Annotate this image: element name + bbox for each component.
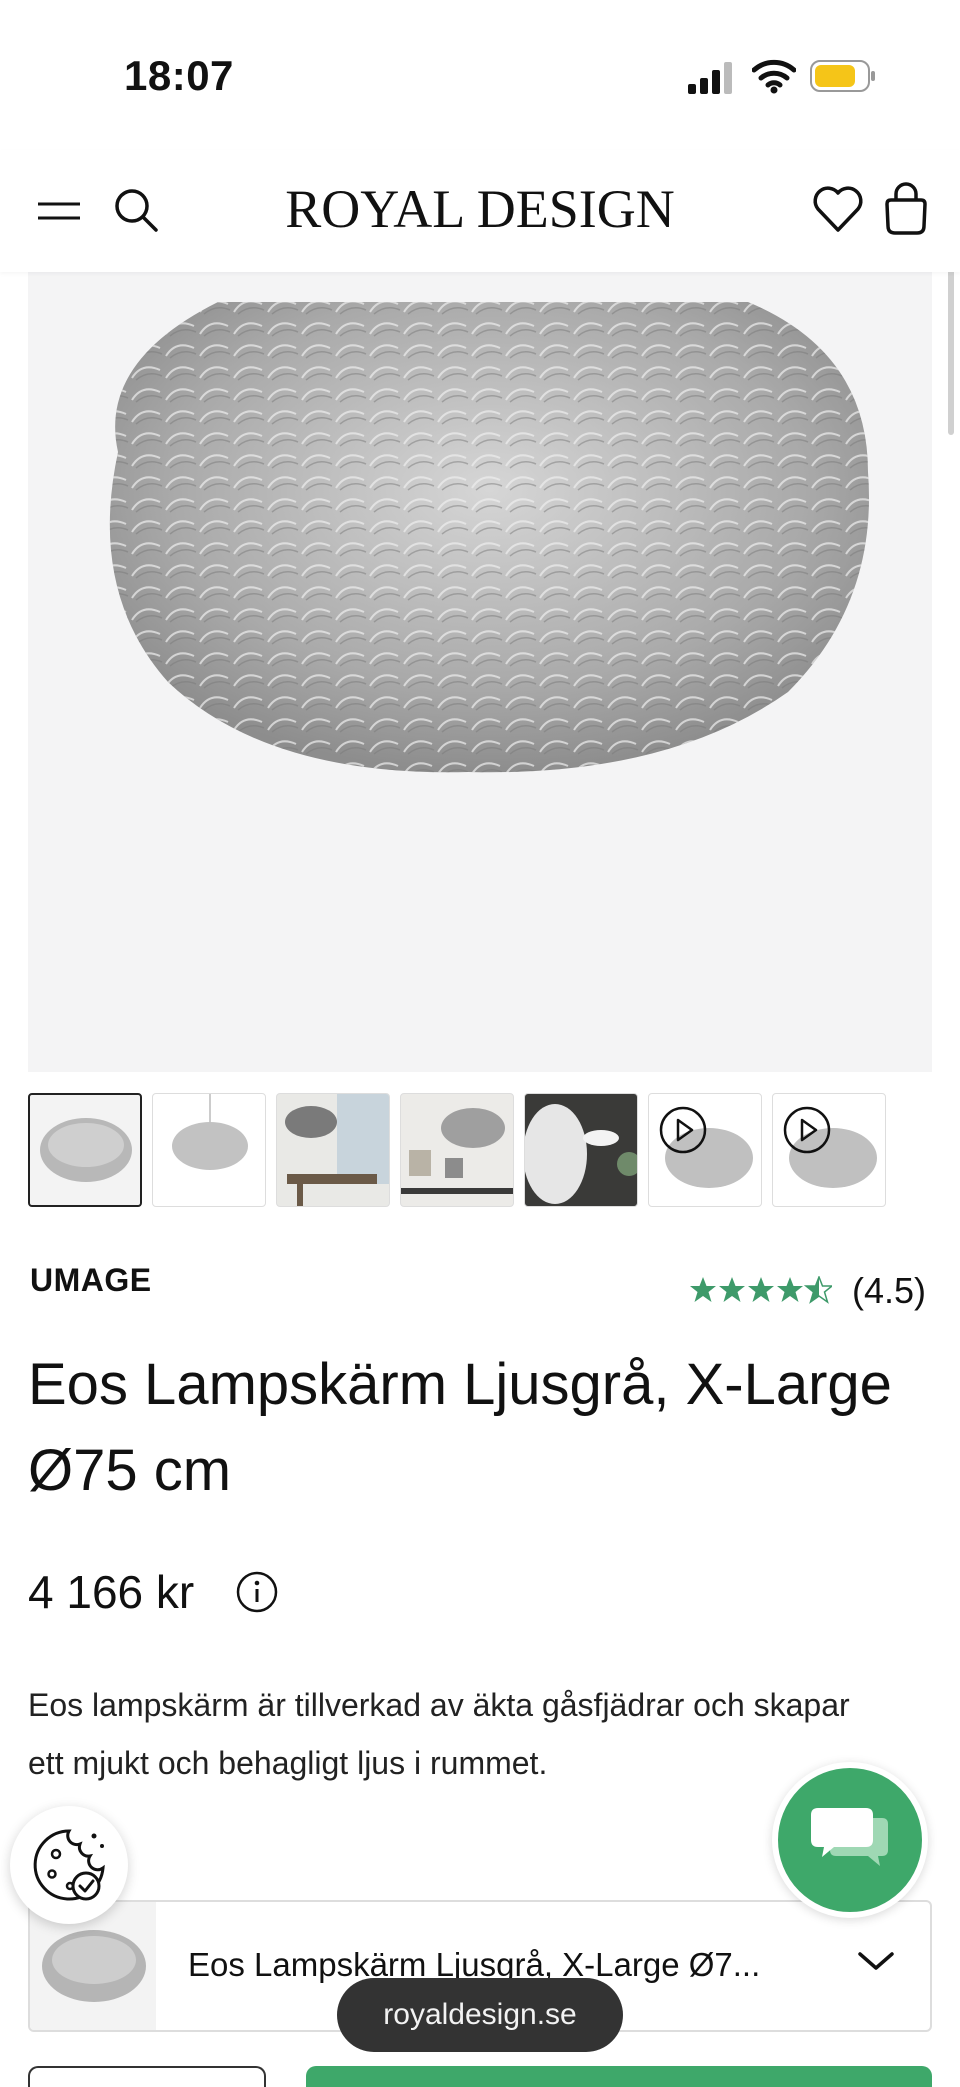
- heart-icon[interactable]: [812, 184, 864, 234]
- feather-lampshade-image: [109, 302, 869, 773]
- status-time: 18:07: [124, 52, 234, 99]
- wifi-icon: [752, 59, 796, 94]
- thumbnail-3[interactable]: [276, 1093, 390, 1207]
- chat-button[interactable]: [772, 1762, 928, 1918]
- thumbnail-5[interactable]: [524, 1093, 638, 1207]
- chat-icon: [811, 1808, 888, 1866]
- bag-icon[interactable]: [882, 182, 930, 236]
- signal-icon: [688, 62, 732, 94]
- thumbnail-video-1[interactable]: [648, 1093, 762, 1207]
- cookie-icon: [33, 1829, 105, 1901]
- info-icon[interactable]: [236, 1571, 278, 1613]
- product-title: Eos Lampskärm Ljusgrå, X-Large Ø75 cm: [28, 1352, 892, 1503]
- product-description: Eos lampskärm är tillverkad av äkta gåsf…: [28, 1687, 850, 1781]
- browser-url-pill[interactable]: royaldesign.se: [337, 1978, 623, 2052]
- status-bar: 18:07: [0, 0, 960, 150]
- rating-stars[interactable]: [690, 1276, 832, 1304]
- thumbnail-4[interactable]: [400, 1093, 514, 1207]
- search-icon[interactable]: [112, 186, 160, 234]
- product-price: 4 166 kr: [28, 1566, 195, 1618]
- play-icon: [659, 1106, 707, 1154]
- menu-icon[interactable]: [36, 196, 84, 226]
- product-main-image[interactable]: [28, 272, 932, 1072]
- chevron-down-icon: [858, 1952, 894, 1970]
- rating-value[interactable]: (4.5): [852, 1270, 926, 1312]
- product-brand[interactable]: UMAGE: [30, 1262, 152, 1299]
- secondary-action-button[interactable]: [28, 2066, 266, 2087]
- play-icon: [783, 1106, 831, 1154]
- add-to-cart-button[interactable]: [306, 2066, 932, 2087]
- thumbnail-1[interactable]: [28, 1093, 142, 1207]
- thumbnail-2[interactable]: [152, 1093, 266, 1207]
- site-header: ROYAL DESIGN: [0, 150, 960, 272]
- site-logo[interactable]: ROYAL DESIGN: [230, 178, 730, 240]
- cookie-settings-button[interactable]: [10, 1806, 128, 1924]
- thumbnail-video-2[interactable]: [772, 1093, 886, 1207]
- battery-icon: [810, 60, 875, 92]
